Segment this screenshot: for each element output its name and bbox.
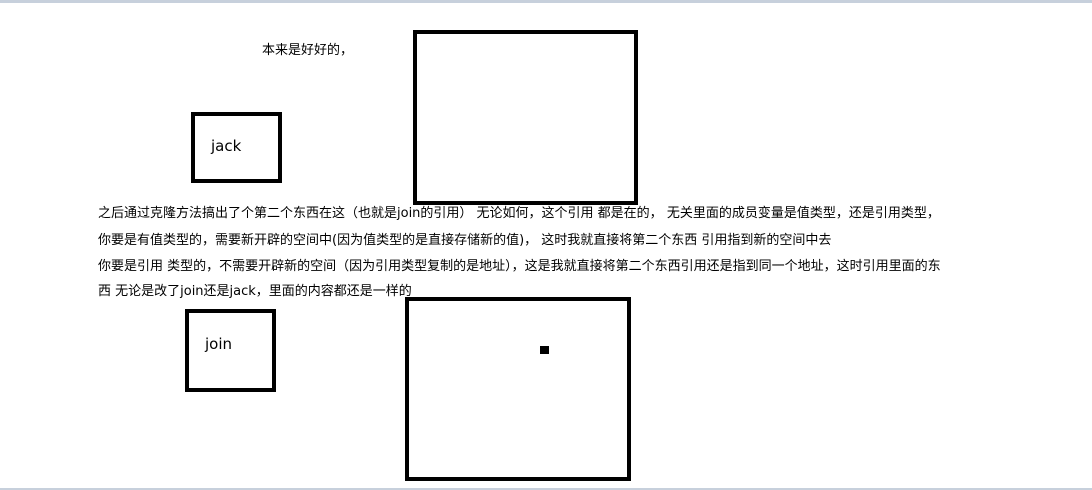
intro-text: 本来是好好的， bbox=[262, 43, 354, 58]
memory-space-box-bottom bbox=[405, 297, 631, 481]
explanation-line-4: 西 无论是改了join还是jack，里面的内容都还是一样的 bbox=[98, 284, 412, 299]
pointer-dot bbox=[540, 346, 549, 354]
memory-space-box-top bbox=[413, 30, 638, 205]
explanation-line-3: 你要是引用 类型的，不需要开辟新的空间（因为引用类型复制的是地址），这是我就直接… bbox=[98, 259, 941, 274]
jack-label: jack bbox=[211, 137, 242, 155]
join-label: join bbox=[205, 335, 233, 353]
top-frame-border bbox=[0, 0, 1092, 3]
explanation-line-2: 你要是有值类型的，需要新开辟的空间中(因为值类型的是直接存储新的值)， 这时我就… bbox=[98, 233, 832, 248]
explanation-line-1: 之后通过克隆方法搞出了个第二个东西在这（也就是join的引用） 无论如何，这个引… bbox=[98, 206, 940, 221]
